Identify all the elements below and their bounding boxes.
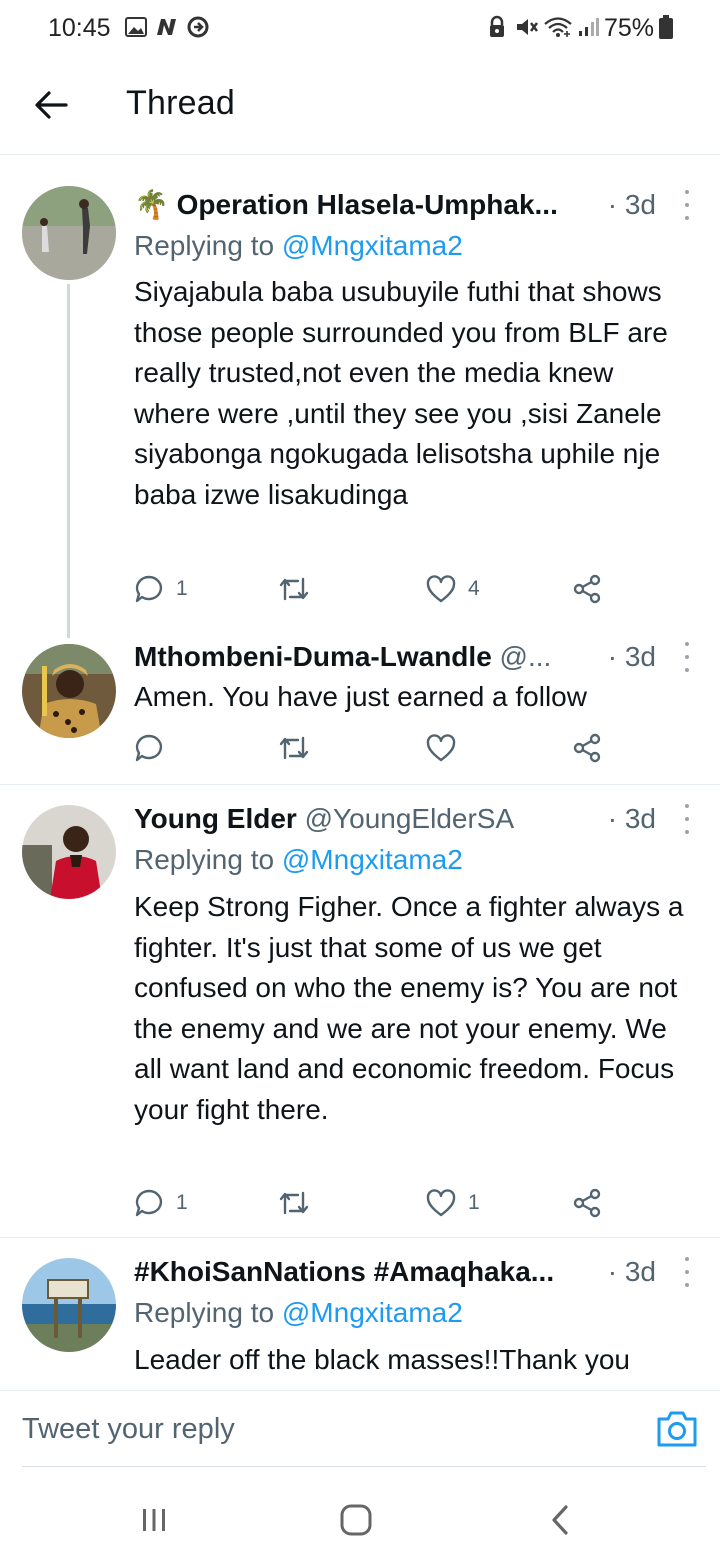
- share-icon: [573, 574, 601, 604]
- tweet[interactable]: Young Elder @YoungElderSA · 3d Replying …: [0, 785, 720, 1237]
- battery-percent: 75%: [604, 14, 655, 42]
- image-icon: [124, 14, 148, 40]
- reply-underline: [22, 1466, 706, 1467]
- tweet-time[interactable]: · 3d: [608, 1255, 656, 1289]
- n-notification-icon: [154, 14, 180, 40]
- reply-icon: [135, 734, 163, 762]
- tweet-text: Leader off the black masses!!Thank you: [134, 1344, 630, 1375]
- tweet-text: Keep Strong Figher. Once a fighter alway…: [134, 891, 684, 1125]
- avatar[interactable]: [22, 186, 116, 280]
- mention-link[interactable]: @Mngxitama2: [282, 844, 463, 875]
- retweet-button[interactable]: [278, 569, 322, 609]
- tweet-time[interactable]: · 3d: [608, 640, 656, 674]
- thread-header: Thread: [0, 58, 720, 155]
- retweet-button[interactable]: [278, 728, 322, 768]
- tweet[interactable]: Mthombeni-Duma-Lwandle @... · 3d Amen. Y…: [0, 626, 720, 784]
- arrow-left-icon: [35, 91, 68, 119]
- like-button[interactable]: [426, 728, 468, 768]
- tweet-actions: 1 4: [134, 569, 614, 609]
- reply-button[interactable]: 1: [134, 569, 188, 609]
- status-time: 10:45: [48, 14, 111, 42]
- reply-icon: [135, 1189, 163, 1217]
- share-button[interactable]: [572, 1183, 602, 1223]
- retweet-icon: [279, 736, 309, 760]
- mention-link[interactable]: @Mngxitama2: [282, 1297, 463, 1328]
- author-handle[interactable]: @...: [500, 641, 552, 672]
- replying-to-prefix: Replying to: [134, 844, 282, 875]
- share-icon: [573, 733, 601, 763]
- lock-icon: [486, 14, 508, 40]
- reply-icon: [135, 575, 163, 603]
- replying-to: Replying to @Mngxitama2: [134, 843, 463, 877]
- heart-icon: [426, 575, 456, 603]
- back-icon[interactable]: [540, 1500, 580, 1540]
- back-button[interactable]: [26, 80, 76, 130]
- author-name[interactable]: Young Elder: [134, 803, 297, 834]
- tweet-time[interactable]: · 3d: [608, 802, 656, 836]
- tweet-text: Siyajabula baba usubuyile futhi that sho…: [134, 276, 668, 510]
- share-icon: [573, 1188, 601, 1218]
- more-options-icon[interactable]: [680, 804, 694, 834]
- mute-icon: [514, 14, 540, 40]
- replying-to: Replying to @Mngxitama2: [134, 229, 463, 263]
- battery-icon: [658, 14, 674, 40]
- like-button[interactable]: 4: [426, 569, 480, 609]
- more-options-icon[interactable]: [680, 190, 694, 220]
- share-button[interactable]: [572, 728, 602, 768]
- author-name[interactable]: Mthombeni-Duma-Lwandle: [134, 641, 492, 672]
- retweet-icon: [279, 577, 309, 601]
- replying-to: Replying to @Mngxitama2: [134, 1296, 463, 1330]
- reply-button[interactable]: 1: [134, 1183, 188, 1223]
- more-options-icon[interactable]: [680, 1257, 694, 1287]
- reply-button[interactable]: [134, 728, 176, 768]
- mention-link[interactable]: @Mngxitama2: [282, 230, 463, 261]
- like-count: 4: [468, 577, 480, 600]
- like-count: 1: [468, 1191, 480, 1214]
- status-bar: 10:45 75%: [0, 0, 720, 58]
- more-options-icon[interactable]: [680, 642, 694, 672]
- system-nav-bar: [0, 1470, 720, 1560]
- share-button[interactable]: [572, 569, 602, 609]
- replying-to-prefix: Replying to: [134, 230, 282, 261]
- heart-icon: [426, 734, 456, 762]
- home-icon[interactable]: [336, 1500, 376, 1540]
- author-name[interactable]: Operation Hlasela-Umphak...: [177, 189, 558, 220]
- reply-count: 1: [176, 577, 188, 600]
- tweet-actions: [134, 728, 614, 768]
- avatar[interactable]: [22, 1258, 116, 1352]
- like-button[interactable]: 1: [426, 1183, 480, 1223]
- avatar[interactable]: [22, 805, 116, 899]
- tweet-time[interactable]: · 3d: [608, 188, 656, 222]
- replying-to-prefix: Replying to: [134, 1297, 282, 1328]
- tweet[interactable]: #KhoiSanNations #Amaqhaka... · 3d Replyi…: [0, 1238, 720, 1390]
- tweet-actions: 1 1: [134, 1183, 614, 1223]
- signal-icon: [576, 14, 600, 40]
- retweet-icon: [279, 1191, 309, 1215]
- recent-apps-icon[interactable]: [134, 1500, 174, 1540]
- thread-connector-line: [67, 284, 70, 638]
- vpn-icon: [186, 14, 210, 40]
- avatar[interactable]: [22, 644, 116, 738]
- tweet-text: Amen. You have just earned a follow: [134, 681, 587, 712]
- page-title: Thread: [126, 84, 235, 122]
- author-name[interactable]: #KhoiSanNations #Amaqhaka...: [134, 1256, 554, 1287]
- heart-icon: [426, 1189, 456, 1217]
- reply-composer: Tweet your reply: [0, 1390, 720, 1469]
- reply-input[interactable]: Tweet your reply: [22, 1413, 235, 1446]
- retweet-button[interactable]: [278, 1183, 322, 1223]
- reply-count: 1: [176, 1191, 188, 1214]
- emoji-palm: 🌴: [134, 189, 169, 220]
- author-handle[interactable]: @YoungElderSA: [305, 803, 515, 834]
- wifi-icon: [542, 14, 574, 40]
- camera-icon[interactable]: [656, 1409, 698, 1449]
